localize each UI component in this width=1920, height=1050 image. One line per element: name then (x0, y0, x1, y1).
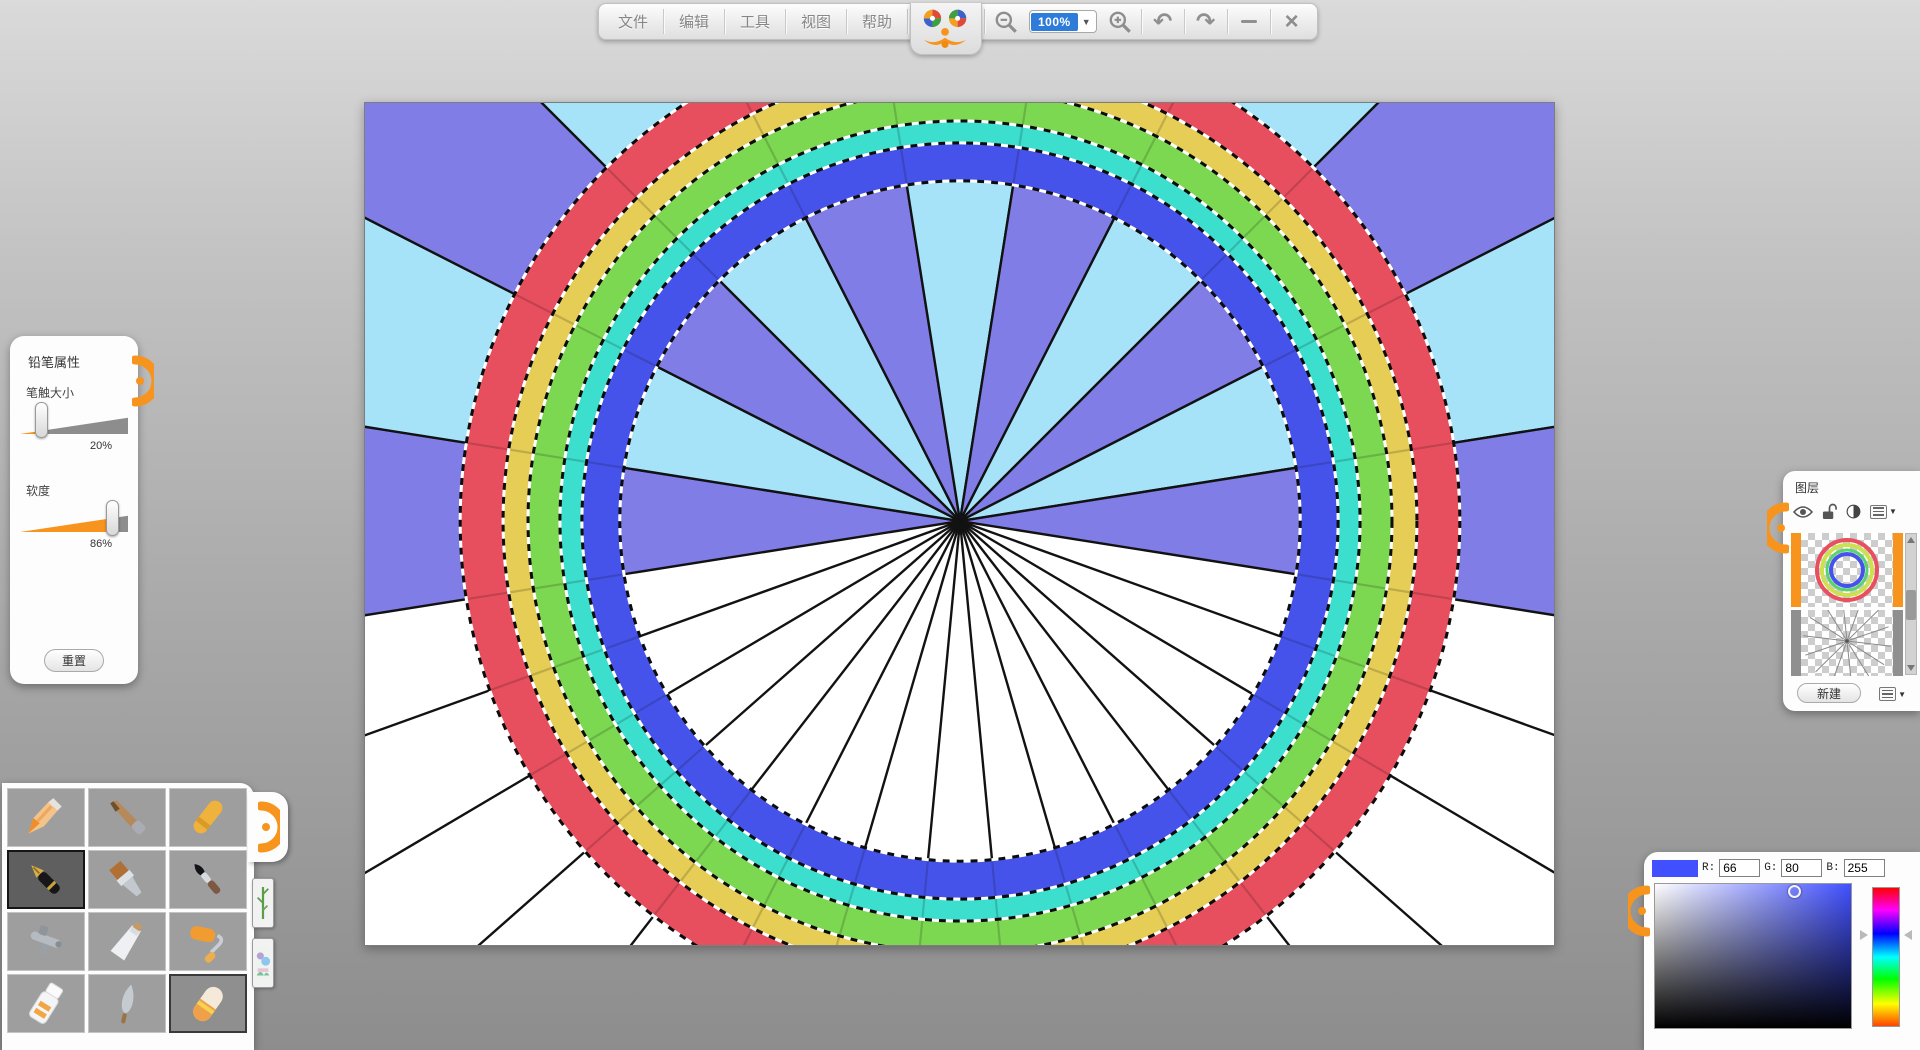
layer-menu-icon (1870, 505, 1887, 519)
layers-panel: 图层 ▼ (1783, 471, 1920, 711)
tool-palette-knife[interactable] (88, 974, 166, 1033)
tool-ink-brush[interactable] (169, 850, 247, 909)
panel-title: 铅笔属性 (28, 352, 80, 371)
picture-icon (255, 943, 271, 983)
scroll-down-icon[interactable] (1907, 665, 1915, 671)
tool-eraser[interactable] (169, 974, 247, 1033)
menu-row: 文件编辑工具视图帮助 (603, 4, 908, 39)
layer-item-ray-sketch[interactable] (1791, 610, 1903, 676)
color-collapse-handle-icon[interactable] (1628, 882, 1650, 945)
tool-airbrush[interactable] (7, 912, 85, 971)
tool-paint-bottle[interactable] (7, 974, 85, 1033)
reset-button[interactable]: 重置 (44, 649, 104, 672)
brush-size-label: 笔触大小 (26, 384, 74, 401)
red-input[interactable] (1719, 859, 1760, 877)
tool-flat-brush[interactable] (88, 850, 166, 909)
zoom-out-icon (993, 9, 1019, 35)
blue-label: B: (1826, 862, 1839, 874)
hue-marker-right-icon[interactable] (1904, 930, 1912, 940)
current-color-swatch (1652, 860, 1698, 877)
opacity-halfmoon-icon[interactable] (1846, 504, 1861, 519)
undo-icon: ↶ (1153, 10, 1172, 33)
zoom-in-button[interactable] (1099, 4, 1141, 39)
bamboo-icon (255, 881, 271, 925)
blue-input[interactable] (1844, 859, 1885, 877)
softness-value: 86% (90, 538, 112, 550)
layer-selection-bar (1791, 533, 1801, 607)
softness-handle[interactable] (106, 500, 119, 536)
green-label: G: (1764, 862, 1777, 874)
toolbar-separator (907, 9, 908, 34)
hue-bar[interactable] (1872, 887, 1900, 1027)
menu-edit[interactable]: 编辑 (664, 4, 724, 39)
zoom-dropdown-caret-icon[interactable]: ▼ (1078, 17, 1095, 27)
redo-icon: ↷ (1196, 10, 1215, 33)
clown-mascot-tab[interactable] (910, 3, 982, 55)
scroll-thumb[interactable] (1906, 590, 1916, 620)
tool-paint-tube[interactable] (88, 912, 166, 971)
pencil-properties-panel: 铅笔属性 笔触大小 20% 软度 86% 重置 (10, 336, 138, 684)
tool-paint-roller[interactable] (169, 912, 247, 971)
layers-options-button[interactable]: ▼ (1879, 687, 1906, 701)
paint-application: 文件编辑工具视图帮助 (0, 0, 1920, 1050)
undo-button[interactable]: ↶ (1142, 4, 1184, 39)
brush-size-handle[interactable] (35, 402, 48, 438)
tool-graphite-pencil[interactable] (88, 788, 166, 847)
color-picker-panel: R: G: B: (1644, 852, 1920, 1050)
layer-menu-button[interactable]: ▼ (1870, 505, 1897, 519)
zoom-out-button[interactable] (985, 4, 1027, 39)
zoom-level-field[interactable]: 100% ▼ (1029, 10, 1097, 33)
scroll-up-icon[interactable] (1907, 537, 1915, 543)
tool-palette (2, 783, 254, 1050)
layers-collapse-handle-icon[interactable] (1767, 499, 1789, 562)
new-layer-button[interactable]: 新建 (1797, 683, 1861, 703)
green-input[interactable] (1781, 859, 1822, 877)
chevron-down-icon: ▼ (1898, 690, 1906, 699)
zoom-in-icon (1107, 9, 1133, 35)
zoom-level-value: 100% (1031, 13, 1078, 31)
picture-stamp-tab[interactable] (252, 938, 274, 988)
layer-selection-bar (1893, 533, 1903, 607)
menu-view[interactable]: 视图 (786, 4, 846, 39)
bamboo-stamp-tab[interactable] (252, 878, 274, 928)
clown-mascot-icon (917, 5, 975, 53)
minimize-button[interactable] (1228, 4, 1270, 39)
menu-help[interactable]: 帮助 (847, 4, 907, 39)
drawing-canvas[interactable] (364, 102, 1555, 946)
visibility-eye-icon[interactable] (1793, 505, 1813, 519)
toolbar: 文件编辑工具视图帮助 (598, 3, 1318, 40)
panel-collapse-handle-icon[interactable] (132, 352, 154, 415)
menu-tools[interactable]: 工具 (725, 4, 785, 39)
unlock-icon[interactable] (1822, 503, 1837, 520)
layers-title: 图层 (1795, 479, 1819, 496)
hue-marker-left-icon[interactable] (1860, 930, 1868, 940)
layer-thumbnail (1801, 533, 1893, 607)
chevron-down-icon: ▼ (1889, 507, 1897, 516)
palette-collapse-handle-icon[interactable] (248, 792, 288, 862)
layer-item-rainbow-rings[interactable] (1791, 533, 1903, 607)
redo-button[interactable]: ↷ (1185, 4, 1227, 39)
layer-selection-bar (1791, 610, 1801, 676)
menu-file[interactable]: 文件 (603, 4, 663, 39)
tool-colored-pencil[interactable] (7, 788, 85, 847)
softness-label: 软度 (26, 482, 50, 499)
color-cursor-icon[interactable] (1788, 885, 1801, 898)
tool-crayon[interactable] (169, 788, 247, 847)
tool-grid (7, 788, 249, 1033)
minimize-icon (1241, 20, 1257, 23)
layers-scrollbar[interactable] (1905, 533, 1917, 675)
brush-size-value: 20% (90, 440, 112, 452)
red-label: R: (1702, 862, 1715, 874)
layer-thumbnail (1801, 610, 1893, 676)
saturation-value-square[interactable] (1654, 883, 1852, 1029)
layers-options-icon (1879, 687, 1896, 701)
close-button[interactable]: × (1271, 4, 1313, 39)
close-icon: × (1285, 10, 1299, 34)
layer-selection-bar (1893, 610, 1903, 676)
tool-fountain-pen[interactable] (7, 850, 85, 909)
rainbow-wheel-artwork (365, 103, 1554, 945)
